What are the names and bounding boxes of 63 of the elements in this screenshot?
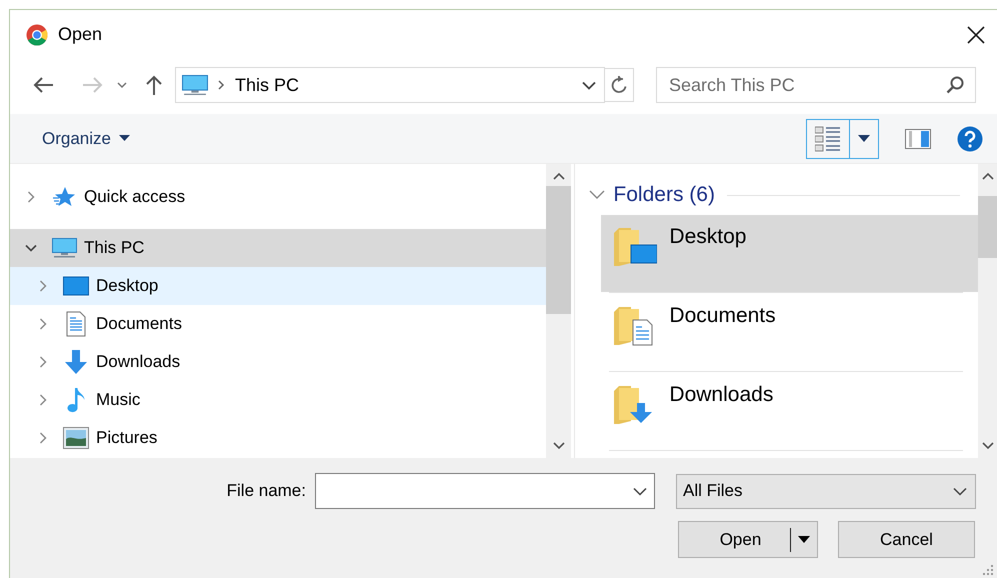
file-name-field[interactable] xyxy=(315,473,655,509)
scrollbar[interactable] xyxy=(978,164,997,458)
chevron-icon[interactable] xyxy=(39,280,47,292)
details-list-icon xyxy=(815,126,841,152)
chevron-icon[interactable] xyxy=(39,318,47,330)
scrollbar[interactable] xyxy=(546,164,572,458)
tree-item[interactable]: Documents xyxy=(10,305,546,343)
help-icon[interactable] xyxy=(957,126,983,152)
chevron-icon[interactable] xyxy=(25,244,37,252)
close-icon[interactable] xyxy=(965,24,987,46)
down-arrow-icon xyxy=(63,349,89,375)
resize-grip-icon[interactable] xyxy=(983,565,993,575)
preview-pane-icon[interactable] xyxy=(905,128,931,148)
caret-icon xyxy=(118,135,130,142)
chevron-icon[interactable] xyxy=(982,442,994,450)
caret-icon xyxy=(858,135,870,142)
chevron-icon xyxy=(953,486,967,496)
tree-item[interactable]: This PC xyxy=(10,229,546,267)
tree-item[interactable]: Pictures xyxy=(10,419,546,457)
landscape-icon xyxy=(63,427,89,449)
chevron-icon[interactable] xyxy=(552,442,565,450)
up-arrow-icon[interactable] xyxy=(145,74,163,96)
monitor-icon xyxy=(52,238,76,258)
cancel-button[interactable]: Cancel xyxy=(838,521,975,558)
open-button[interactable]: Open xyxy=(678,521,818,558)
tree-item[interactable]: Downloads xyxy=(10,343,546,381)
chevron-icon[interactable] xyxy=(27,191,35,203)
chevron-icon[interactable] xyxy=(552,172,565,180)
address-bar[interactable]: This PC xyxy=(175,67,605,103)
scrollbar-thumb[interactable] xyxy=(978,196,997,258)
chevron-icon[interactable] xyxy=(117,82,127,88)
group-header[interactable]: Folders (6) xyxy=(613,183,715,207)
window-title: Open xyxy=(58,24,102,45)
chevron-icon xyxy=(218,80,225,90)
search-field[interactable]: Search This PC xyxy=(656,67,976,103)
browser-logo-icon xyxy=(26,24,48,46)
star-icon xyxy=(53,186,75,208)
folder-tile[interactable]: Downloads xyxy=(601,373,978,450)
breadcrumb-item[interactable]: This PC xyxy=(235,74,300,96)
tree-item[interactable]: Quick access xyxy=(10,178,546,216)
chevron-icon[interactable] xyxy=(589,190,606,200)
chevron-icon[interactable] xyxy=(982,172,994,180)
refresh-button[interactable] xyxy=(605,68,634,102)
folder-tile[interactable]: Documents xyxy=(601,294,978,371)
caret-icon[interactable] xyxy=(798,536,810,543)
monitor-icon xyxy=(182,74,208,96)
tree-item[interactable]: Music xyxy=(10,381,546,419)
scrollbar-thumb[interactable] xyxy=(546,186,572,314)
folder-tile[interactable]: Desktop xyxy=(601,215,978,292)
back-arrow-icon[interactable] xyxy=(32,76,54,94)
music-note-icon xyxy=(66,387,86,413)
document-icon xyxy=(66,311,86,337)
file-name-label: File name: xyxy=(226,481,306,501)
file-type-dropdown[interactable]: All Files xyxy=(676,474,976,508)
refresh-icon xyxy=(611,76,627,94)
organize-button[interactable]: Organize xyxy=(38,124,134,152)
search-icon[interactable] xyxy=(946,76,964,94)
chevron-icon[interactable] xyxy=(39,356,47,368)
chevron-icon[interactable] xyxy=(39,432,47,444)
screen-icon xyxy=(63,276,89,296)
tree-item[interactable]: Desktop xyxy=(10,267,546,305)
folder-screen-icon xyxy=(613,227,658,267)
chevron-icon[interactable] xyxy=(39,394,47,406)
